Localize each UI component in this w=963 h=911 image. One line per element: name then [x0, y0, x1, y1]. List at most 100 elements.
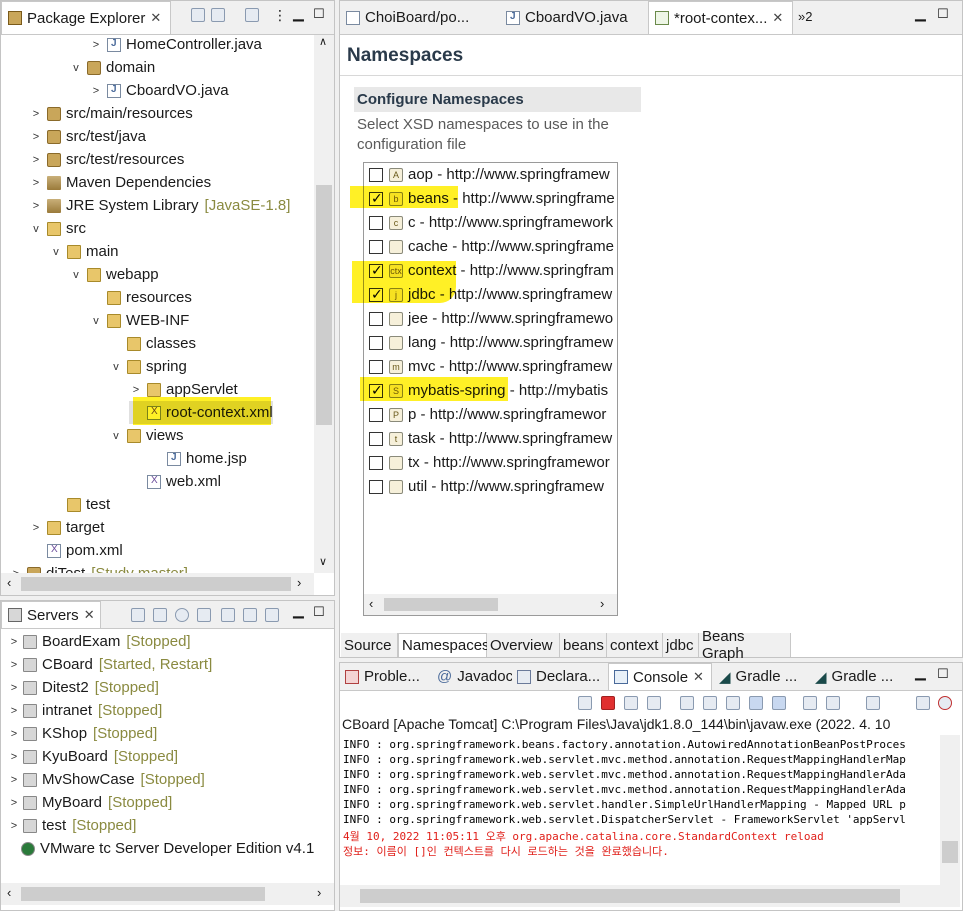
chevron-down-icon[interactable]: v — [109, 430, 123, 442]
tree-item[interactable]: > target — [29, 516, 105, 539]
scrollbar-thumb[interactable] — [21, 887, 265, 901]
tree-item[interactable]: v main — [49, 240, 118, 263]
close-icon[interactable]: ✕ — [84, 607, 95, 623]
chevron-right-icon[interactable]: > — [29, 177, 43, 189]
editor-page-tab[interactable]: Overview — [487, 633, 560, 657]
namespace-checkbox[interactable] — [369, 335, 383, 350]
chevron-down-icon[interactable]: v — [69, 269, 83, 281]
tree-item[interactable]: >diTest[Study master] — [9, 562, 188, 573]
chevron-right-icon[interactable]: > — [89, 39, 103, 51]
stop-server-icon[interactable] — [221, 608, 235, 622]
chevron-right-icon[interactable]: > — [29, 154, 43, 166]
chevron-right-icon[interactable]: > — [9, 774, 19, 786]
namespace-item[interactable]: cache - http://www.springframe — [369, 235, 614, 258]
editor-page-tab[interactable]: jdbc — [663, 633, 699, 657]
namespace-item[interactable]: m mvc - http://www.springframew — [369, 355, 612, 378]
scroll-up-icon[interactable]: ∧ — [319, 35, 327, 48]
tree-item[interactable]: > Maven Dependencies — [29, 171, 211, 194]
word-wrap-icon[interactable] — [726, 696, 740, 710]
profile-server-icon[interactable] — [197, 608, 211, 622]
horizontal-scrollbar[interactable]: ‹ › — [1, 573, 314, 595]
open-console-icon[interactable] — [866, 696, 880, 710]
tree-item[interactable]: > JRE System Library [JavaSE-1.8] — [29, 194, 291, 217]
namespace-checkbox[interactable] — [369, 455, 383, 470]
remove-all-icon[interactable] — [624, 696, 638, 710]
tab-overflow-indicator[interactable]: »2 — [798, 9, 812, 24]
tree-item[interactable]: pom.xml — [29, 539, 123, 562]
tab-servers[interactable]: Servers ✕ — [1, 601, 101, 628]
chevron-down-icon[interactable]: v — [49, 246, 63, 258]
namespace-item[interactable]: Pp - http://www.springframewor — [369, 403, 606, 426]
server-item[interactable]: > KyuBoard [Stopped] — [9, 745, 178, 768]
server-item[interactable]: > test [Stopped] — [9, 814, 137, 837]
remove-all-terminated-icon[interactable] — [647, 696, 661, 710]
scroll-lock-icon[interactable] — [703, 696, 717, 710]
server-item[interactable]: > MvShowCase [Stopped] — [9, 768, 205, 791]
server-item[interactable]: > CBoard [Started, Restart] — [9, 653, 212, 676]
tree-item[interactable]: v WEB-INF — [89, 309, 189, 332]
editor-page-tab[interactable]: Source — [341, 633, 398, 657]
server-item[interactable]: > intranet [Stopped] — [9, 699, 162, 722]
chevron-right-icon[interactable]: > — [9, 636, 19, 648]
horizontal-scrollbar[interactable]: ‹ › — [364, 594, 617, 615]
publish-icon[interactable] — [243, 608, 257, 622]
scrollbar-thumb[interactable] — [384, 598, 498, 611]
chevron-right-icon[interactable]: > — [29, 108, 43, 120]
editor-tab-root-context[interactable]: *root-contex... ✕ — [648, 1, 793, 34]
scroll-down-icon[interactable]: ∨ — [319, 555, 327, 568]
chevron-right-icon[interactable]: > — [9, 797, 19, 809]
minimize-icon[interactable]: ▁ — [293, 602, 304, 619]
chevron-right-icon[interactable]: > — [9, 728, 19, 740]
namespace-checkbox[interactable] — [369, 311, 383, 326]
tree-item[interactable]: > CboardVO.java — [89, 79, 229, 102]
tree-item[interactable]: v domain — [69, 56, 155, 79]
chevron-right-icon[interactable]: > — [129, 384, 143, 396]
namespace-item[interactable]: jee - http://www.springframewo — [369, 307, 613, 330]
tab-gradle-executions[interactable]: ◢ Gradle ... — [810, 663, 902, 690]
maximize-icon[interactable]: ☐ — [937, 6, 949, 22]
tree-item[interactable]: v spring — [109, 355, 187, 378]
namespace-checkbox[interactable] — [369, 239, 383, 254]
console-output[interactable]: INFO : org.springframework.beans.factory… — [340, 735, 940, 885]
terminate-icon[interactable] — [601, 696, 615, 710]
tab-package-explorer[interactable]: Package Explorer ✕ — [1, 1, 171, 34]
scrollbar-thumb[interactable] — [316, 185, 332, 425]
tree-item[interactable]: v views — [109, 424, 183, 447]
chevron-down-icon[interactable]: v — [89, 315, 103, 327]
show-on-error-icon[interactable] — [772, 696, 786, 710]
scroll-right-icon[interactable]: › — [297, 575, 301, 590]
tree-item[interactable]: > HomeController.java — [89, 35, 262, 56]
horizontal-scrollbar[interactable]: ‹ › — [1, 883, 334, 905]
tab-console[interactable]: Console ✕ — [608, 663, 712, 690]
namespace-checkbox[interactable] — [369, 407, 383, 422]
tab-gradle-tasks[interactable]: ◢ Gradle ... — [714, 663, 806, 690]
namespace-checkbox[interactable] — [369, 167, 383, 182]
tab-declaration[interactable]: Declara... — [512, 663, 608, 690]
maximize-icon[interactable]: ☐ — [313, 604, 325, 620]
chevron-down-icon[interactable]: v — [69, 62, 83, 74]
pin-console-icon[interactable] — [803, 696, 817, 710]
tree-item[interactable]: home.jsp — [149, 447, 247, 470]
scroll-left-icon[interactable]: ‹ — [7, 885, 11, 900]
chevron-right-icon[interactable]: > — [9, 705, 19, 717]
chevron-right-icon[interactable]: > — [9, 751, 19, 763]
server-item[interactable]: > KShop [Stopped] — [9, 722, 157, 745]
remove-launch-icon[interactable] — [578, 696, 592, 710]
tree-item[interactable]: > src/test/resources — [29, 148, 185, 171]
namespace-item[interactable]: util - http://www.springframew — [369, 475, 604, 498]
chevron-right-icon[interactable]: > — [29, 131, 43, 143]
editor-page-tab[interactable]: beans — [560, 633, 607, 657]
editor-page-tab[interactable]: Beans Graph — [699, 628, 791, 662]
vertical-scrollbar[interactable] — [940, 735, 960, 885]
filters-icon[interactable] — [245, 8, 259, 22]
server-item[interactable]: > MyBoard [Stopped] — [9, 791, 172, 814]
scrollbar-thumb[interactable] — [360, 889, 900, 903]
tree-item[interactable]: > src/test/java — [29, 125, 146, 148]
namespace-item[interactable]: Aaop - http://www.springframew — [369, 163, 610, 186]
tree-item[interactable]: resources — [89, 286, 192, 309]
chevron-down-icon[interactable]: v — [109, 361, 123, 373]
start-server-icon[interactable] — [175, 608, 189, 622]
editor-page-tab[interactable]: Namespaces — [398, 633, 490, 657]
tree-item[interactable]: test — [49, 493, 110, 516]
display-console-icon[interactable] — [826, 696, 840, 710]
